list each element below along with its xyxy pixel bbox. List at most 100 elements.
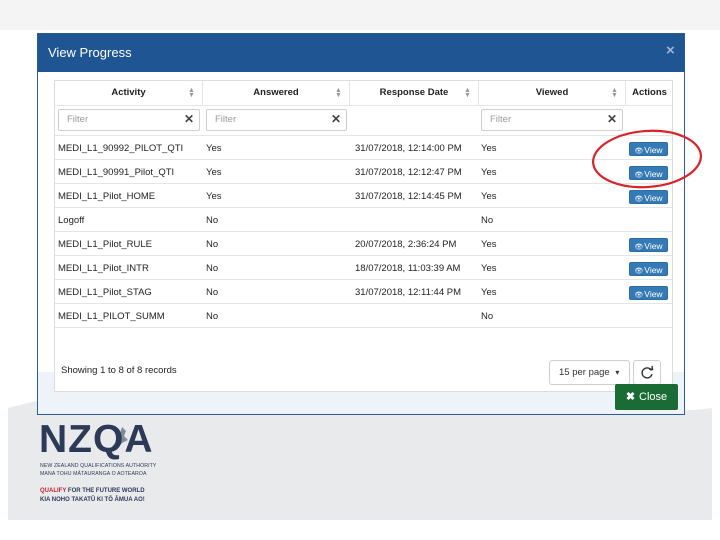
view-button-label: View [644,241,663,251]
logo-authority-name: NEW ZEALAND QUALIFICATIONS AUTHORITY [40,463,157,469]
eye-icon: 👁 [634,196,644,203]
column-header-response-date[interactable]: Response Date ▲ ▼ [350,81,479,105]
filter-answered-input[interactable]: Filter ✕ [206,109,347,131]
column-label: Viewed [535,87,569,98]
logo-tagline: QUALIFY FOR THE FUTURE WORLD [40,488,145,494]
column-header-activity[interactable]: Activity ▲ ▼ [55,81,203,105]
cell-date: 31/07/2018, 12:11:44 PM [355,287,461,298]
records-info: Showing 1 to 8 of 8 records [61,365,177,376]
cell-answered: No [206,215,219,226]
sort-icon: ▲ ▼ [335,87,342,99]
cell-answered: No [206,263,219,274]
divider [55,105,672,106]
cell-answered: No [206,239,219,250]
column-header-answered[interactable]: Answered ▲ ▼ [203,81,350,105]
cell-date: 31/07/2018, 12:12:47 PM [355,167,462,178]
cell-activity: MEDI_L1_90992_PILOT_QTI [58,143,184,154]
view-button[interactable]: 👁View [629,190,668,204]
cell-activity: Logoff [58,215,85,226]
divider [55,207,672,208]
sort-icon: ▲ ▼ [464,87,471,99]
cell-activity: MEDI_L1_Pilot_INTR [58,263,149,274]
cell-activity: MEDI_L1_90991_Pilot_QTI [58,167,175,178]
view-button[interactable]: 👁View [629,166,668,180]
cell-viewed: No [481,215,494,226]
logo-tagline-rest: FOR THE FUTURE WORLD [66,488,145,494]
divider [55,159,672,160]
logo-maori-name: MANA TOHU MĀTAURANGA O AOTEAROA [40,471,147,477]
eye-icon: 👁 [634,292,644,299]
cell-activity: MEDI_L1_Pilot_STAG [58,287,152,298]
view-button-label: View [644,193,663,203]
view-button-label: View [644,265,663,275]
cell-viewed: Yes [481,167,497,178]
cell-date: 31/07/2018, 12:14:00 PM [355,143,462,154]
modal-header: View Progress × [38,34,684,72]
nzqa-logo: NZQA NEW ZEALAND QUALIFICATIONS AUTHORIT… [39,418,189,513]
view-button[interactable]: 👁View [629,262,668,276]
cell-activity: MEDI_L1_Pilot_HOME [58,191,156,202]
cell-viewed: Yes [481,263,497,274]
background-header-strip [0,0,720,30]
close-button[interactable]: ✖ Close [615,384,678,410]
column-label: Answered [253,87,299,98]
progress-table: Activity ▲ ▼ Answered ▲ ▼ Response Date ▲ ▼… [54,80,673,392]
filter-activity-input[interactable]: Filter ✕ [58,109,200,131]
view-progress-modal: View Progress × Activity ▲ ▼ Answered ▲ ▼ … [37,33,685,415]
filter-viewed-input[interactable]: Filter ✕ [481,109,623,131]
view-button[interactable]: 👁View [629,286,668,300]
cell-viewed: No [481,311,494,322]
filter-placeholder: Filter [215,114,237,125]
column-label: Actions [632,87,667,98]
view-button-label: View [644,289,663,299]
cell-date: 20/07/2018, 2:36:24 PM [355,239,457,250]
divider [55,183,672,184]
eye-icon: 👁 [634,148,644,155]
eye-icon: 👁 [634,268,644,275]
cell-answered: No [206,311,219,322]
eye-icon: 👁 [634,172,644,179]
column-header-viewed[interactable]: Viewed ▲ ▼ [479,81,626,105]
cell-date: 31/07/2018, 12:14:45 PM [355,191,462,202]
refresh-icon [641,365,654,379]
cell-answered: Yes [206,191,222,202]
logo-tagline-accent: QUALIFY [40,488,67,494]
divider [55,135,672,136]
cell-viewed: Yes [481,143,497,154]
divider [55,279,672,280]
clear-filter-icon[interactable]: ✕ [331,112,341,126]
clear-filter-icon[interactable]: ✕ [607,112,617,126]
clear-filter-icon[interactable]: ✕ [184,112,194,126]
cell-viewed: Yes [481,287,497,298]
filter-placeholder: Filter [67,114,89,125]
eye-icon: 👁 [634,244,644,251]
cell-viewed: Yes [481,239,497,250]
divider [55,231,672,232]
column-label: Response Date [379,87,449,98]
close-button-label: Close [639,391,668,403]
column-label: Activity [111,87,146,98]
divider [55,327,672,328]
cell-activity: MEDI_L1_Pilot_RULE [58,239,152,250]
new-zealand-map-icon [110,427,128,451]
chevron-down-icon: ▾ [615,368,620,377]
cell-activity: MEDI_L1_PILOT_SUMM [58,311,165,322]
cell-viewed: Yes [481,191,497,202]
column-header-actions: Actions [626,81,673,105]
per-page-value: 15 per page [559,367,610,378]
logo-tagline-maori: KIA NOHO TAKATŪ KI TŌ ĀMUA AO! [40,497,145,503]
view-button-label: View [644,169,663,179]
cell-answered: No [206,287,219,298]
view-button[interactable]: 👁View [629,142,668,156]
close-icon: ✖ [625,391,636,403]
view-button-label: View [644,145,663,155]
divider [55,303,672,304]
refresh-button[interactable] [633,360,661,385]
cell-answered: Yes [206,167,222,178]
per-page-dropdown[interactable]: 15 per page ▾ [549,360,630,385]
filter-placeholder: Filter [490,114,512,125]
view-button[interactable]: 👁View [629,238,668,252]
divider [55,255,672,256]
cell-date: 18/07/2018, 11:03:39 AM [355,263,461,274]
modal-close-icon[interactable]: × [666,42,675,59]
